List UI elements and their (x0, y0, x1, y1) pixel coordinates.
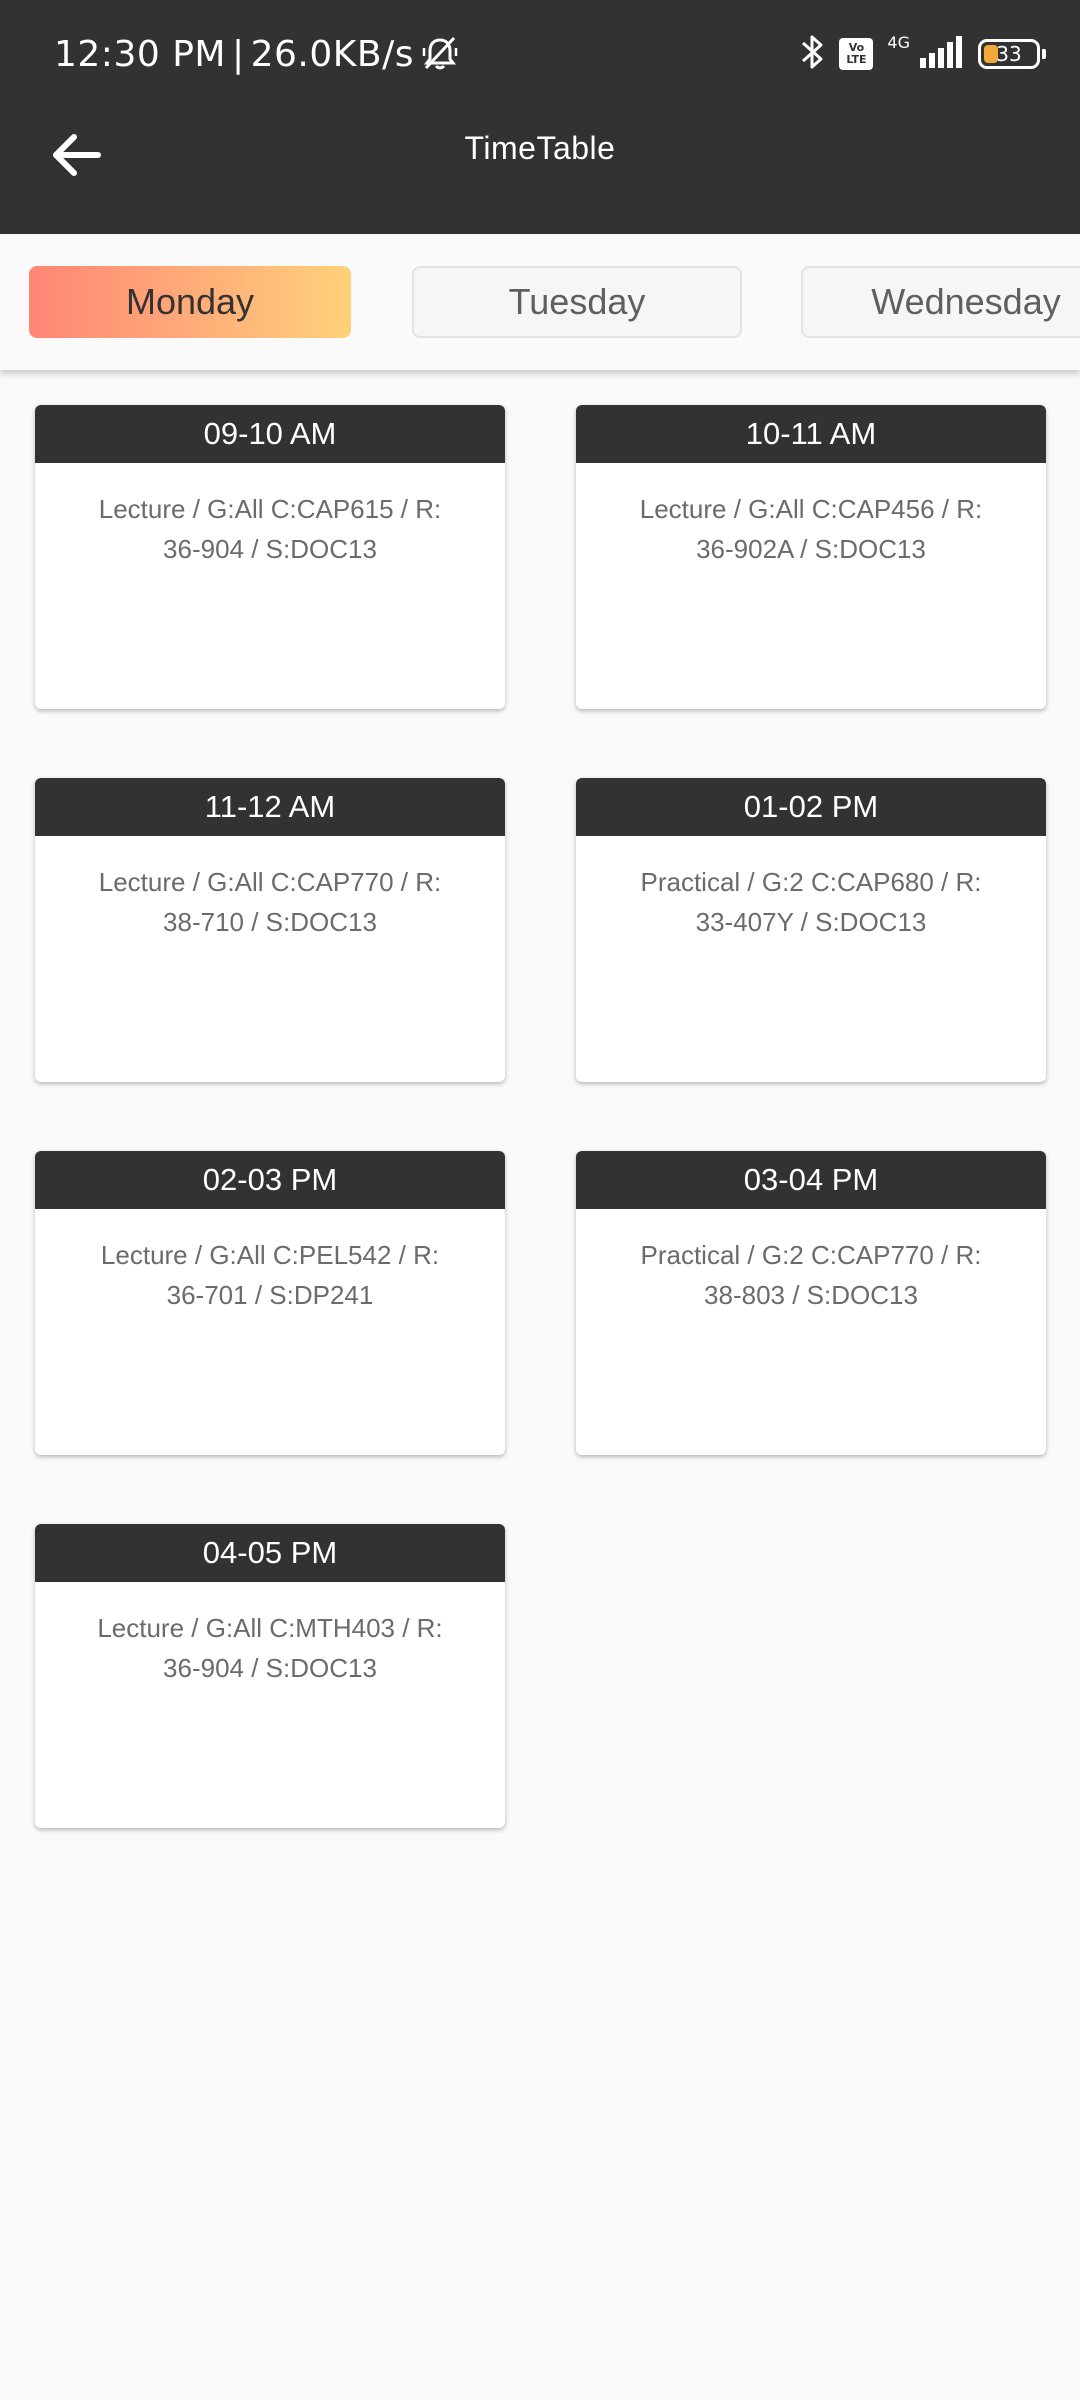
timetable-card[interactable]: 10-11 AM Lecture / G:All C:CAP456 / R: 3… (576, 405, 1046, 709)
slot-time: 01-02 PM (576, 778, 1046, 836)
slot-details-line2: 36-701 / S:DP241 (166, 1280, 374, 1310)
slot-details: Lecture / G:All C:MTH403 / R: 36-904 / S… (35, 1582, 505, 1688)
slot-time: 09-10 AM (35, 405, 505, 463)
slot-details: Lecture / G:All C:PEL542 / R: 36-701 / S… (35, 1209, 505, 1315)
battery-cap (1042, 49, 1046, 59)
slot-details-line2: 36-904 / S:DOC13 (163, 1653, 377, 1683)
network-speed: 26.0KB/s (250, 33, 414, 75)
slot-details-line2: 36-904 / S:DOC13 (163, 534, 377, 564)
status-separator: | (231, 33, 245, 75)
battery-percent: 33 (996, 42, 1022, 66)
slot-details-line1: Lecture / G:All C:CAP615 / R: (98, 494, 442, 524)
slot-details: Lecture / G:All C:CAP456 / R: 36-902A / … (576, 463, 1046, 569)
timetable-card[interactable]: 03-04 PM Practical / G:2 C:CAP770 / R: 3… (576, 1151, 1046, 1455)
status-bar-right: Vo LTE 4G 33 (799, 28, 1046, 80)
timetable-card[interactable]: 09-10 AM Lecture / G:All C:CAP615 / R: 3… (35, 405, 505, 709)
tab-tuesday[interactable]: Tuesday (412, 266, 742, 338)
timetable-card[interactable]: 02-03 PM Lecture / G:All C:PEL542 / R: 3… (35, 1151, 505, 1455)
top-bar: 12:30 PM | 26.0KB/s Vo LTE 4G 33 TimeTab… (0, 0, 1080, 234)
slot-details-line1: Practical / G:2 C:CAP680 / R: (640, 867, 982, 897)
slot-details: Practical / G:2 C:CAP680 / R: 33-407Y / … (576, 836, 1046, 942)
timetable-card[interactable]: 04-05 PM Lecture / G:All C:MTH403 / R: 3… (35, 1524, 505, 1828)
slot-details: Practical / G:2 C:CAP770 / R: 38-803 / S… (576, 1209, 1046, 1315)
slot-time: 11-12 AM (35, 778, 505, 836)
timetable-card[interactable]: 01-02 PM Practical / G:2 C:CAP680 / R: 3… (576, 778, 1046, 1082)
slot-details-line1: Practical / G:2 C:CAP770 / R: (640, 1240, 982, 1270)
status-bar-left: 12:30 PM | 26.0KB/s (54, 28, 460, 80)
slot-time: 04-05 PM (35, 1524, 505, 1582)
slot-details-line2: 36-902A / S:DOC13 (696, 534, 926, 564)
slot-details-line1: Lecture / G:All C:CAP456 / R: (639, 494, 983, 524)
slot-time: 02-03 PM (35, 1151, 505, 1209)
bluetooth-icon (799, 33, 825, 75)
status-time: 12:30 PM (54, 33, 226, 75)
mute-icon (420, 34, 460, 74)
slot-details-line2: 38-803 / S:DOC13 (704, 1280, 918, 1310)
signal-icon (918, 34, 964, 74)
slot-time: 10-11 AM (576, 405, 1046, 463)
timetable-card[interactable]: 11-12 AM Lecture / G:All C:CAP770 / R: 3… (35, 778, 505, 1082)
volte-icon: Vo LTE (839, 38, 874, 70)
slot-time: 03-04 PM (576, 1151, 1046, 1209)
slot-details-line1: Lecture / G:All C:CAP770 / R: (98, 867, 442, 897)
slot-details: Lecture / G:All C:CAP615 / R: 36-904 / S… (35, 463, 505, 569)
day-tabs: Monday Tuesday Wednesday (0, 234, 1080, 370)
tab-wednesday[interactable]: Wednesday (801, 266, 1080, 338)
battery-icon: 33 (978, 39, 1046, 69)
slot-details-line2: 38-710 / S:DOC13 (163, 907, 377, 937)
slot-details-line1: Lecture / G:All C:PEL542 / R: (100, 1240, 440, 1270)
slot-details-line1: Lecture / G:All C:MTH403 / R: (97, 1613, 443, 1643)
slot-details-line2: 33-407Y / S:DOC13 (695, 907, 927, 937)
slot-details: Lecture / G:All C:CAP770 / R: 38-710 / S… (35, 836, 505, 942)
tab-monday[interactable]: Monday (29, 266, 351, 338)
page-title: TimeTable (464, 130, 616, 166)
volte-bottom-label: LTE (846, 53, 867, 66)
network-type: 4G (887, 32, 910, 52)
